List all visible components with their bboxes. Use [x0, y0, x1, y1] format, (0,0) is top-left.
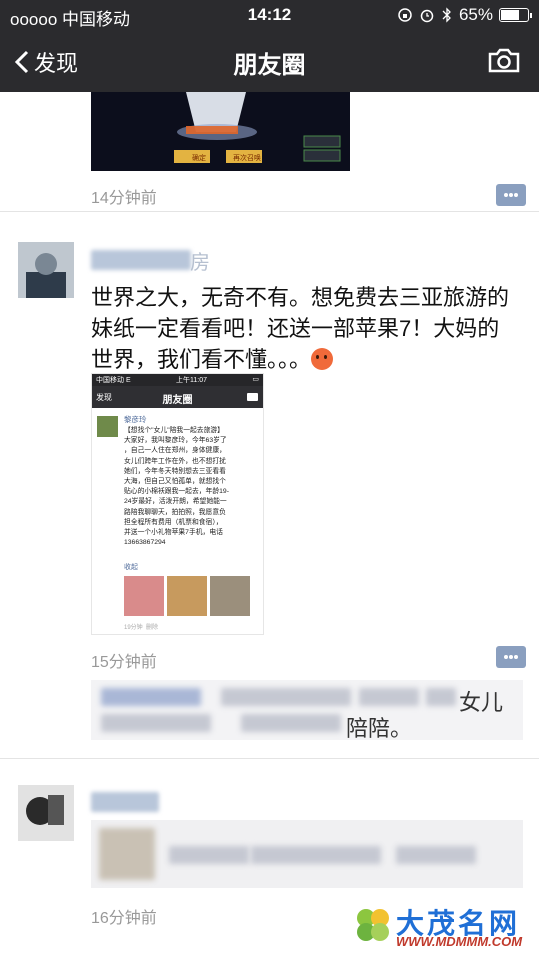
top-bar: ooooo 中国移动 14:12 65% 发现 朋友圈: [0, 0, 539, 92]
blurred-link-title: [169, 846, 249, 864]
shot-nav-bar: 发现 朋友圈: [92, 386, 263, 408]
shot-body: 【想找个"女儿"陪我一起去旅游】 大家好，我叫黎彦玲，今年63岁了 ，自己一人住…: [124, 427, 229, 547]
post-timestamp: 14分钟前: [91, 190, 157, 207]
blurred-name[interactable]: [91, 792, 159, 812]
comment-box: 女儿 陪陪。: [91, 680, 523, 741]
confirm-label: 确定: [192, 153, 206, 162]
site-watermark: 大茂名网 WWW.MDMMM.COM: [352, 900, 532, 956]
camera-icon[interactable]: [487, 46, 521, 74]
blurred-commenter: [101, 688, 201, 706]
shot-photo-2: [167, 576, 207, 616]
name-suffix: 房: [190, 252, 210, 274]
summon-again-label: 再次召唤: [233, 153, 261, 162]
avatar[interactable]: [18, 242, 74, 298]
status-bar: ooooo 中国移动 14:12 65%: [0, 0, 539, 30]
post-text-content: 世界之大，无奇不有。想免费去三亚旅游的妹纸一定看看吧！还送一部苹果7！大妈的世界…: [91, 285, 510, 372]
shot-time: 上午11:07: [176, 377, 207, 384]
blurred-link-title: [396, 846, 476, 864]
link-thumbnail: [99, 828, 155, 880]
blurred-comment: [359, 688, 419, 706]
comment-icon[interactable]: [496, 646, 526, 668]
post-image[interactable]: 确定 再次召唤: [91, 92, 350, 171]
blurred-comment: [241, 714, 341, 732]
shot-camera-icon: [247, 393, 258, 401]
shot-status-bar: 中国移动 E 上午11:07 ▭: [92, 374, 263, 386]
blurred-comment: [426, 688, 456, 706]
blurred-link-title: [251, 846, 381, 864]
avatar[interactable]: [18, 785, 74, 841]
post-divider: [0, 758, 539, 759]
nav-bar: 发现 朋友圈: [0, 32, 539, 92]
game-screenshot: 确定 再次召唤: [91, 92, 350, 171]
comment-icon[interactable]: [496, 184, 526, 206]
blurred-comment: [221, 688, 351, 706]
shot-time-ago: 19分钟 删除: [124, 625, 159, 631]
post-timestamp: 15分钟前: [91, 654, 157, 671]
shot-collapse: 收起: [124, 564, 138, 571]
rotation-lock-icon: [398, 8, 412, 22]
page-title: 朋友圈: [233, 52, 306, 79]
comment-visible-text: 女儿: [459, 690, 504, 715]
shot-battery-icon: ▭: [252, 376, 259, 383]
clover-logo-icon: [357, 909, 389, 941]
shot-photo-3: [210, 576, 250, 616]
angry-face-icon: [311, 348, 334, 370]
blurred-name[interactable]: [91, 250, 191, 270]
battery-icon: [499, 8, 532, 22]
watermark-url: WWW.MDMMM.COM: [396, 934, 523, 949]
shot-name: 黎彦玲: [124, 415, 147, 424]
battery-percent: 65%: [458, 5, 493, 24]
shot-photo-1: [124, 576, 164, 616]
shot-title: 朋友圈: [162, 395, 193, 406]
blurred-comment: [101, 714, 211, 732]
alarm-icon: [420, 9, 434, 23]
comment-visible-text: 陪陪。: [346, 716, 413, 741]
post-text: 世界之大，无奇不有。想免费去三亚旅游的妹纸一定看看吧！还送一部苹果7！大妈的世界…: [91, 282, 521, 375]
shot-carrier: 中国移动 E: [96, 377, 131, 384]
post-timestamp: 16分钟前: [91, 910, 157, 927]
status-right: 65%: [397, 5, 532, 25]
shared-link-card[interactable]: [91, 820, 523, 888]
post-divider: [0, 211, 539, 212]
avatar-image: [18, 785, 74, 841]
shot-avatar: [97, 416, 118, 437]
post-screenshot[interactable]: 中国移动 E 上午11:07 ▭ 发现 朋友圈 黎彦玲 【想找个"女儿"陪我一起…: [91, 373, 264, 635]
avatar-image: [18, 242, 74, 298]
bluetooth-icon: [442, 7, 451, 23]
